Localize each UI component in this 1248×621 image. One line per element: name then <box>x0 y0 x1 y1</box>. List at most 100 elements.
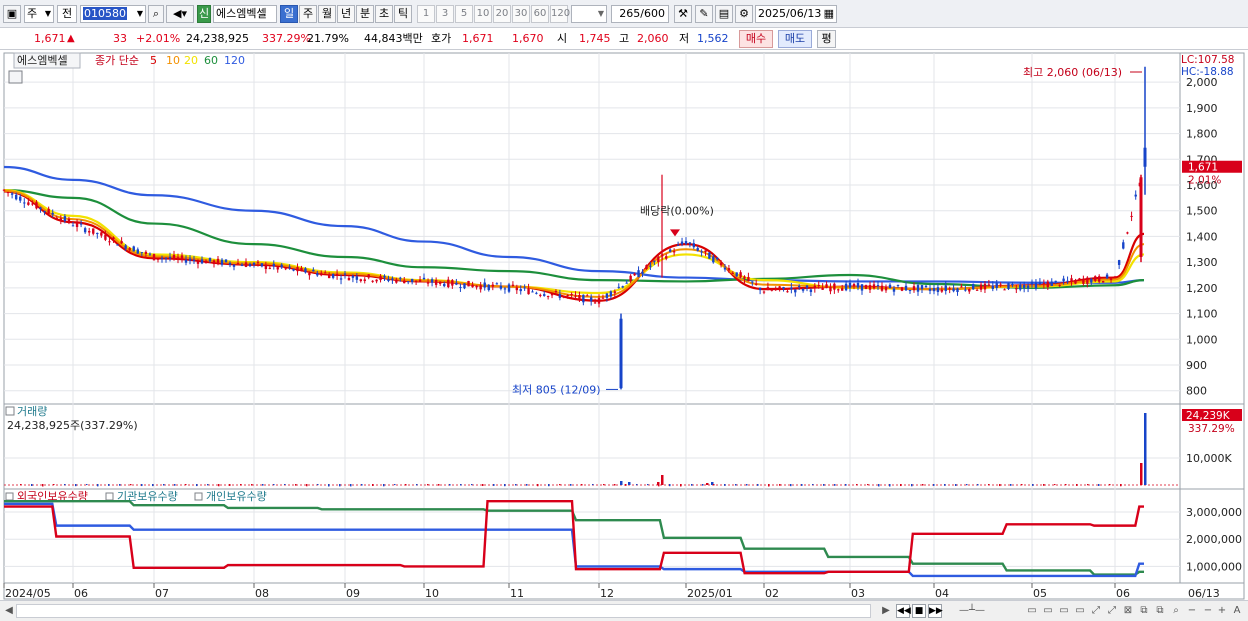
y-tick-label: 1,500 <box>1186 205 1218 218</box>
search-icon[interactable]: ⌕ <box>1170 604 1182 618</box>
interval-button-10[interactable]: 10 <box>474 5 492 23</box>
candle-body <box>629 275 632 282</box>
current-pct-text: 2.01% <box>1188 175 1221 187</box>
scroll-left-icon[interactable]: ◀ <box>3 604 15 618</box>
scroll-track[interactable] <box>16 604 871 618</box>
period-tab-4[interactable]: 분 <box>356 5 374 23</box>
candle-body <box>14 194 18 200</box>
volume-bar <box>977 484 979 486</box>
avg-button[interactable]: 평 <box>817 30 836 48</box>
period-tab-3[interactable]: 년 <box>337 5 355 23</box>
candle-body <box>680 241 684 245</box>
volume-bar <box>812 484 814 486</box>
volume-ratio: 337.29% <box>262 32 311 45</box>
layout-icon[interactable]: ▭ <box>1026 604 1038 618</box>
turnover: 21.79% <box>307 32 349 45</box>
gear-icon[interactable]: ⚙ <box>735 5 753 23</box>
interval-dropdown[interactable]: ▼ <box>571 5 607 23</box>
period-tab-0[interactable]: 일 <box>280 5 298 23</box>
layout4-icon[interactable]: ▭ <box>1074 604 1086 618</box>
candle-body <box>327 274 331 279</box>
candle-body <box>817 284 820 286</box>
legend-ma-60: 60 <box>204 54 218 67</box>
save-icon[interactable]: ▤ <box>715 5 733 23</box>
candle-body <box>770 289 774 291</box>
pin-icon[interactable]: ⊠ <box>1122 604 1134 618</box>
candle-body <box>312 269 315 272</box>
speaker-icon[interactable]: ◀▾ <box>166 5 194 23</box>
candle-body <box>723 267 727 270</box>
copy-icon[interactable]: ⧉ <box>1138 604 1150 618</box>
volume-bar <box>933 484 935 486</box>
interval-button-30[interactable]: 30 <box>512 5 530 23</box>
y-tick-label: 1,300 <box>1186 256 1218 269</box>
candle-body <box>960 286 963 288</box>
volume-bar <box>955 484 957 486</box>
zoom-in-icon[interactable]: + <box>1216 604 1228 618</box>
search-icon[interactable]: ⌕ <box>148 5 164 23</box>
candle-body <box>1030 281 1034 285</box>
candle-body <box>727 268 731 271</box>
interval-button-3[interactable]: 3 <box>436 5 454 23</box>
dividend-annotation: 배당락(0.00%) <box>640 205 714 218</box>
scope-button[interactable]: 전 <box>57 5 77 23</box>
period-tab-2[interactable]: 월 <box>318 5 336 23</box>
interval-button-60[interactable]: 60 <box>531 5 549 23</box>
interval-button-1[interactable]: 1 <box>417 5 435 23</box>
candle-body <box>633 273 636 276</box>
interval-button-20[interactable]: 20 <box>493 5 511 23</box>
candle-body <box>574 295 577 297</box>
period-tab-5[interactable]: 초 <box>375 5 393 23</box>
sell-button[interactable]: 매도 <box>778 30 812 48</box>
window-icon[interactable]: ▣ <box>3 5 21 23</box>
interval-button-5[interactable]: 5 <box>455 5 473 23</box>
tools-icon[interactable]: ⚒ <box>674 5 692 23</box>
date-field[interactable]: 2025/06/13 ▦ <box>755 5 837 23</box>
candle-body <box>43 210 46 212</box>
volume-bar <box>1109 484 1111 486</box>
layout2-icon[interactable]: ▭ <box>1042 604 1054 618</box>
volume-bar <box>647 484 649 486</box>
interval-button-120[interactable]: 120 <box>550 5 570 23</box>
candle-body <box>657 257 660 263</box>
layout3-icon[interactable]: ▭ <box>1058 604 1070 618</box>
view-icon[interactable]: ⧉ <box>1154 604 1166 618</box>
x-tick-label: 03 <box>851 587 865 600</box>
zoom-slider[interactable]: —┴— <box>952 604 992 618</box>
period-tab-1[interactable]: 주 <box>299 5 317 23</box>
candle-body <box>731 272 734 274</box>
stop-icon[interactable]: ■ <box>912 604 926 618</box>
low-label: 저 <box>679 32 690 45</box>
candle-body <box>184 259 188 263</box>
scroll-right-icon[interactable]: ▶ <box>880 604 892 618</box>
font-size-icon[interactable]: A <box>1231 604 1243 618</box>
volume-bar <box>86 484 88 486</box>
volume-bar <box>383 484 385 487</box>
expand-icon[interactable]: ⤢ <box>1106 604 1118 618</box>
holding-legend-2: 개인보유수량 <box>206 490 267 503</box>
stock-name-field[interactable]: 에스엠벡셀 <box>213 5 277 23</box>
volume-bar <box>152 484 154 487</box>
volume-tag-pct: 337.29% <box>1188 423 1235 435</box>
volume-bar <box>1087 484 1089 486</box>
buy-button[interactable]: 매수 <box>739 30 773 48</box>
stock-chart[interactable]: 2,0001,9001,8001,7001,6001,5001,4001,300… <box>0 50 1248 600</box>
volume-bar <box>746 484 748 486</box>
candle-body <box>116 244 119 246</box>
code-input[interactable]: 010580 ▼ <box>80 5 146 23</box>
y-tick-label: 1,100 <box>1186 308 1218 321</box>
candle-body <box>212 260 216 265</box>
period-tab-6[interactable]: 틱 <box>394 5 412 23</box>
candle-body <box>531 291 534 293</box>
bar-count-field[interactable]: 265/600 <box>611 5 669 23</box>
new-badge: 신 <box>197 5 211 23</box>
zoom-minus-icon[interactable]: − <box>1202 604 1214 618</box>
fullscreen-icon[interactable]: ⤢ <box>1090 604 1102 618</box>
zoom-out-icon[interactable]: − <box>1186 604 1198 618</box>
rewind-icon[interactable]: ◀◀ <box>896 604 911 618</box>
draw-icon[interactable]: ✎ <box>695 5 713 23</box>
forward-icon[interactable]: ▶▶ <box>928 604 943 618</box>
market-select[interactable]: 주 ▼ <box>24 5 54 23</box>
x-tick-label: 07 <box>155 587 169 600</box>
candle-body <box>371 280 374 282</box>
